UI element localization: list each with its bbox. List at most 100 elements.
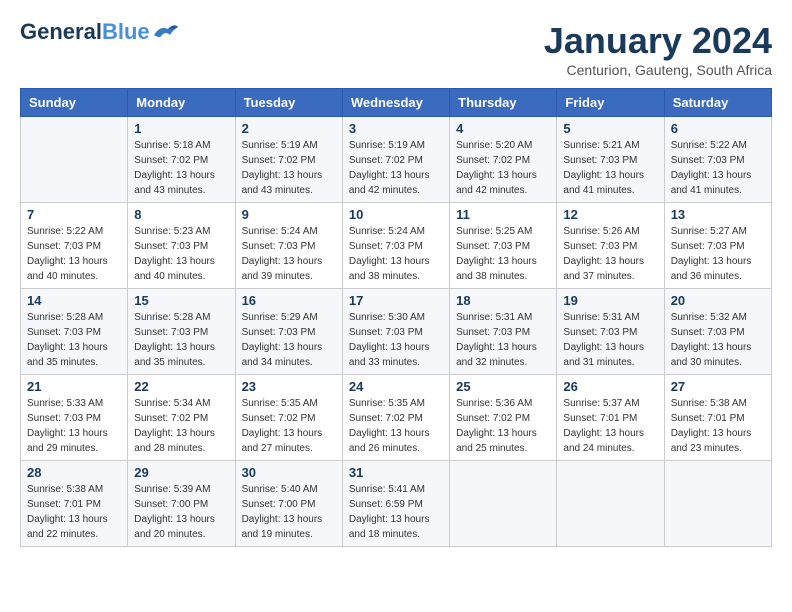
- day-info: Sunrise: 5:19 AMSunset: 7:02 PMDaylight:…: [349, 138, 443, 198]
- table-row: [21, 117, 128, 203]
- table-row: 2 Sunrise: 5:19 AMSunset: 7:02 PMDayligh…: [235, 117, 342, 203]
- table-row: 8 Sunrise: 5:23 AMSunset: 7:03 PMDayligh…: [128, 203, 235, 289]
- table-row: 16 Sunrise: 5:29 AMSunset: 7:03 PMDaylig…: [235, 289, 342, 375]
- table-row: 21 Sunrise: 5:33 AMSunset: 7:03 PMDaylig…: [21, 375, 128, 461]
- table-row: 17 Sunrise: 5:30 AMSunset: 7:03 PMDaylig…: [342, 289, 449, 375]
- day-number: 5: [563, 121, 657, 136]
- day-info: Sunrise: 5:40 AMSunset: 7:00 PMDaylight:…: [242, 482, 336, 542]
- col-thursday: Thursday: [450, 89, 557, 117]
- col-friday: Friday: [557, 89, 664, 117]
- day-info: Sunrise: 5:41 AMSunset: 6:59 PMDaylight:…: [349, 482, 443, 542]
- table-row: 10 Sunrise: 5:24 AMSunset: 7:03 PMDaylig…: [342, 203, 449, 289]
- day-info: Sunrise: 5:21 AMSunset: 7:03 PMDaylight:…: [563, 138, 657, 198]
- day-number: 1: [134, 121, 228, 136]
- table-row: 24 Sunrise: 5:35 AMSunset: 7:02 PMDaylig…: [342, 375, 449, 461]
- table-row: 5 Sunrise: 5:21 AMSunset: 7:03 PMDayligh…: [557, 117, 664, 203]
- logo: GeneralBlue: [20, 20, 180, 44]
- day-number: 17: [349, 293, 443, 308]
- table-row: 4 Sunrise: 5:20 AMSunset: 7:02 PMDayligh…: [450, 117, 557, 203]
- table-row: 11 Sunrise: 5:25 AMSunset: 7:03 PMDaylig…: [450, 203, 557, 289]
- day-number: 9: [242, 207, 336, 222]
- day-info: Sunrise: 5:32 AMSunset: 7:03 PMDaylight:…: [671, 310, 765, 370]
- table-row: 3 Sunrise: 5:19 AMSunset: 7:02 PMDayligh…: [342, 117, 449, 203]
- calendar-week-row: 21 Sunrise: 5:33 AMSunset: 7:03 PMDaylig…: [21, 375, 772, 461]
- day-info: Sunrise: 5:28 AMSunset: 7:03 PMDaylight:…: [27, 310, 121, 370]
- day-info: Sunrise: 5:37 AMSunset: 7:01 PMDaylight:…: [563, 396, 657, 456]
- day-info: Sunrise: 5:35 AMSunset: 7:02 PMDaylight:…: [242, 396, 336, 456]
- table-row: 27 Sunrise: 5:38 AMSunset: 7:01 PMDaylig…: [664, 375, 771, 461]
- table-row: 31 Sunrise: 5:41 AMSunset: 6:59 PMDaylig…: [342, 461, 449, 547]
- day-info: Sunrise: 5:22 AMSunset: 7:03 PMDaylight:…: [671, 138, 765, 198]
- day-info: Sunrise: 5:38 AMSunset: 7:01 PMDaylight:…: [671, 396, 765, 456]
- day-info: Sunrise: 5:39 AMSunset: 7:00 PMDaylight:…: [134, 482, 228, 542]
- table-row: 6 Sunrise: 5:22 AMSunset: 7:03 PMDayligh…: [664, 117, 771, 203]
- day-number: 11: [456, 207, 550, 222]
- logo-text: GeneralBlue: [20, 20, 150, 44]
- day-info: Sunrise: 5:19 AMSunset: 7:02 PMDaylight:…: [242, 138, 336, 198]
- calendar-subtitle: Centurion, Gauteng, South Africa: [544, 62, 772, 78]
- table-row: 30 Sunrise: 5:40 AMSunset: 7:00 PMDaylig…: [235, 461, 342, 547]
- table-row: [450, 461, 557, 547]
- day-info: Sunrise: 5:26 AMSunset: 7:03 PMDaylight:…: [563, 224, 657, 284]
- day-number: 18: [456, 293, 550, 308]
- table-row: 12 Sunrise: 5:26 AMSunset: 7:03 PMDaylig…: [557, 203, 664, 289]
- day-info: Sunrise: 5:24 AMSunset: 7:03 PMDaylight:…: [242, 224, 336, 284]
- day-number: 23: [242, 379, 336, 394]
- table-row: 29 Sunrise: 5:39 AMSunset: 7:00 PMDaylig…: [128, 461, 235, 547]
- calendar-week-row: 14 Sunrise: 5:28 AMSunset: 7:03 PMDaylig…: [21, 289, 772, 375]
- table-row: [557, 461, 664, 547]
- day-info: Sunrise: 5:35 AMSunset: 7:02 PMDaylight:…: [349, 396, 443, 456]
- day-number: 3: [349, 121, 443, 136]
- col-tuesday: Tuesday: [235, 89, 342, 117]
- calendar-week-row: 28 Sunrise: 5:38 AMSunset: 7:01 PMDaylig…: [21, 461, 772, 547]
- day-info: Sunrise: 5:31 AMSunset: 7:03 PMDaylight:…: [563, 310, 657, 370]
- day-number: 15: [134, 293, 228, 308]
- day-number: 21: [27, 379, 121, 394]
- table-row: 19 Sunrise: 5:31 AMSunset: 7:03 PMDaylig…: [557, 289, 664, 375]
- table-row: 26 Sunrise: 5:37 AMSunset: 7:01 PMDaylig…: [557, 375, 664, 461]
- day-info: Sunrise: 5:29 AMSunset: 7:03 PMDaylight:…: [242, 310, 336, 370]
- table-row: 25 Sunrise: 5:36 AMSunset: 7:02 PMDaylig…: [450, 375, 557, 461]
- table-row: 23 Sunrise: 5:35 AMSunset: 7:02 PMDaylig…: [235, 375, 342, 461]
- table-row: 15 Sunrise: 5:28 AMSunset: 7:03 PMDaylig…: [128, 289, 235, 375]
- day-info: Sunrise: 5:24 AMSunset: 7:03 PMDaylight:…: [349, 224, 443, 284]
- day-number: 4: [456, 121, 550, 136]
- day-number: 14: [27, 293, 121, 308]
- day-info: Sunrise: 5:28 AMSunset: 7:03 PMDaylight:…: [134, 310, 228, 370]
- day-number: 8: [134, 207, 228, 222]
- title-block: January 2024 Centurion, Gauteng, South A…: [544, 20, 772, 78]
- day-info: Sunrise: 5:38 AMSunset: 7:01 PMDaylight:…: [27, 482, 121, 542]
- day-number: 12: [563, 207, 657, 222]
- day-info: Sunrise: 5:36 AMSunset: 7:02 PMDaylight:…: [456, 396, 550, 456]
- day-number: 31: [349, 465, 443, 480]
- day-info: Sunrise: 5:20 AMSunset: 7:02 PMDaylight:…: [456, 138, 550, 198]
- day-number: 19: [563, 293, 657, 308]
- day-number: 22: [134, 379, 228, 394]
- page-header: GeneralBlue January 2024 Centurion, Gaut…: [20, 20, 772, 78]
- day-number: 20: [671, 293, 765, 308]
- day-number: 29: [134, 465, 228, 480]
- calendar-week-row: 7 Sunrise: 5:22 AMSunset: 7:03 PMDayligh…: [21, 203, 772, 289]
- day-number: 7: [27, 207, 121, 222]
- table-row: 1 Sunrise: 5:18 AMSunset: 7:02 PMDayligh…: [128, 117, 235, 203]
- day-number: 6: [671, 121, 765, 136]
- calendar-table: Sunday Monday Tuesday Wednesday Thursday…: [20, 88, 772, 547]
- day-info: Sunrise: 5:33 AMSunset: 7:03 PMDaylight:…: [27, 396, 121, 456]
- day-number: 16: [242, 293, 336, 308]
- day-number: 25: [456, 379, 550, 394]
- day-info: Sunrise: 5:22 AMSunset: 7:03 PMDaylight:…: [27, 224, 121, 284]
- day-info: Sunrise: 5:25 AMSunset: 7:03 PMDaylight:…: [456, 224, 550, 284]
- day-info: Sunrise: 5:34 AMSunset: 7:02 PMDaylight:…: [134, 396, 228, 456]
- day-info: Sunrise: 5:31 AMSunset: 7:03 PMDaylight:…: [456, 310, 550, 370]
- col-sunday: Sunday: [21, 89, 128, 117]
- table-row: 18 Sunrise: 5:31 AMSunset: 7:03 PMDaylig…: [450, 289, 557, 375]
- table-row: 22 Sunrise: 5:34 AMSunset: 7:02 PMDaylig…: [128, 375, 235, 461]
- calendar-header-row: Sunday Monday Tuesday Wednesday Thursday…: [21, 89, 772, 117]
- day-number: 26: [563, 379, 657, 394]
- day-info: Sunrise: 5:27 AMSunset: 7:03 PMDaylight:…: [671, 224, 765, 284]
- day-number: 28: [27, 465, 121, 480]
- day-info: Sunrise: 5:18 AMSunset: 7:02 PMDaylight:…: [134, 138, 228, 198]
- day-number: 24: [349, 379, 443, 394]
- table-row: 20 Sunrise: 5:32 AMSunset: 7:03 PMDaylig…: [664, 289, 771, 375]
- table-row: 14 Sunrise: 5:28 AMSunset: 7:03 PMDaylig…: [21, 289, 128, 375]
